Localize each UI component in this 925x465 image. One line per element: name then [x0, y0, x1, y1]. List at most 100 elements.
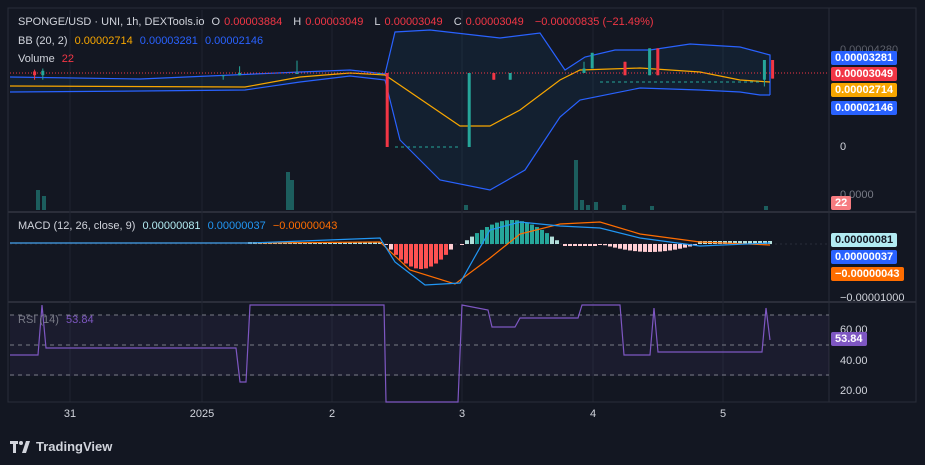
ohlc-low: L 0.00003049: [374, 16, 443, 28]
candle-body: [377, 73, 381, 74]
candle-body: [771, 59, 775, 79]
macd-histogram-bar: [434, 244, 438, 264]
rsi-legend-value: 53.84: [66, 314, 94, 326]
price-legend: SPONGE/USD · UNI, 1h, DEXTools.io O 0.000…: [18, 16, 658, 28]
bb-lower-value: 0.00002146: [204, 35, 264, 47]
macd-histogram-bar: [663, 244, 667, 252]
macd-histogram-bar: [550, 236, 554, 244]
macd-histogram-bar: [598, 244, 602, 245]
bb-upper-value: 0.00003281: [139, 35, 198, 47]
macd-histogram-bar: [424, 244, 428, 269]
tradingview-logo-icon: [10, 440, 30, 453]
volume-bar: [574, 160, 578, 210]
rsi-legend-name: RSI (14): [18, 314, 59, 326]
macd-hist-value: 0.00000081: [142, 220, 201, 232]
macd-axis-bottom-label: −0.00001000: [840, 292, 905, 304]
macd-histogram-bar: [628, 244, 632, 251]
macd-histogram-bar: [419, 244, 423, 269]
symbol-title[interactable]: SPONGE/USD · UNI, 1h, DEXTools.io: [18, 16, 204, 28]
candle-body: [508, 73, 512, 80]
macd-histogram-bar: [643, 244, 647, 252]
rsi-legend[interactable]: RSI (14) 53.84: [18, 314, 98, 326]
candle-body: [656, 48, 660, 76]
macd-histogram-bar: [588, 244, 592, 246]
macd-histogram-bar: [495, 222, 499, 244]
volume-bar: [586, 205, 590, 210]
macd-signal-value: −0.00000043: [272, 220, 338, 232]
macd-histogram-bar: [623, 244, 627, 250]
ohlc-open: O 0.00003884: [211, 16, 283, 28]
macd-histogram-bar: [578, 244, 582, 246]
ohlc-high: H 0.00003049: [293, 16, 364, 28]
macd-histogram-bar: [439, 244, 443, 260]
rsi-value-badge: 53.84: [831, 332, 867, 346]
macd-histogram-bar: [460, 244, 464, 245]
macd-histogram-bar: [404, 244, 408, 264]
bb-basis-badge: 0.00002714: [831, 83, 898, 97]
candle-body: [41, 70, 45, 76]
time-label-4: 4: [589, 408, 597, 420]
macd-histogram-bar: [568, 244, 572, 246]
macd-signal-badge: −0.00000043: [831, 267, 904, 281]
volume-bar: [594, 202, 598, 210]
price-change: −0.00000835 (−21.49%): [534, 16, 654, 28]
macd-histogram-bar: [583, 244, 587, 246]
candle-body: [623, 61, 627, 76]
macd-histogram-bar: [593, 244, 597, 246]
macd-histogram-bar: [409, 244, 413, 267]
candle-body: [385, 73, 389, 147]
macd-histogram-bar: [648, 244, 652, 252]
macd-histogram-bar: [608, 244, 612, 247]
rsi-axis-label-40: 40.00: [840, 355, 868, 367]
volume-bar: [36, 190, 40, 210]
time-label-31: 31: [63, 408, 77, 420]
tradingview-brand[interactable]: TradingView: [10, 439, 112, 454]
volume-bar: [464, 205, 468, 210]
time-label-2: 2: [328, 408, 336, 420]
volume-legend[interactable]: Volume 22: [18, 53, 78, 65]
candle-body: [295, 73, 299, 74]
macd-histogram-bar: [638, 244, 642, 252]
bb-legend-name: BB (20, 2): [18, 35, 68, 47]
volume-bar: [580, 200, 584, 210]
price-axis-zero-label: 0: [840, 141, 847, 153]
bb-legend[interactable]: BB (20, 2) 0.00002714 0.00003281 0.00002…: [18, 35, 267, 47]
macd-histogram-bar: [678, 244, 682, 249]
macd-histogram-bar: [545, 233, 549, 244]
macd-histogram-bar: [470, 236, 474, 244]
macd-histogram-bar: [530, 224, 534, 244]
time-label-3: 3: [458, 408, 466, 420]
macd-histogram-bar: [414, 244, 418, 269]
time-label-5: 5: [719, 408, 727, 420]
time-label-2025: 2025: [189, 408, 215, 420]
macd-legend-name: MACD (12, 26, close, 9): [18, 220, 136, 232]
volume-bar: [622, 205, 626, 210]
volume-bar: [286, 172, 290, 210]
macd-histogram-bar: [429, 244, 433, 267]
volume-bar: [42, 196, 46, 210]
macd-histogram-bar: [449, 244, 453, 250]
macd-histogram-bar: [673, 244, 677, 250]
macd-histogram-bar: [389, 244, 393, 250]
macd-histogram-bar: [668, 244, 672, 251]
macd-histogram-bar: [490, 224, 494, 244]
bb-upper-badge: 0.00003281: [831, 51, 898, 65]
volume-legend-name: Volume: [18, 53, 55, 65]
ohlc-close: C 0.00003049: [453, 16, 524, 28]
macd-legend[interactable]: MACD (12, 26, close, 9) 0.00000081 0.000…: [18, 220, 341, 232]
chart-canvas[interactable]: [0, 0, 925, 465]
brand-name: TradingView: [36, 439, 113, 454]
candle-body: [238, 73, 242, 76]
volume-legend-value: 22: [61, 53, 75, 65]
volume-bar: [650, 206, 654, 210]
macd-histogram-bar: [394, 244, 398, 255]
candle-body: [492, 73, 496, 80]
candle-body: [467, 73, 471, 147]
macd-histogram-bar: [444, 244, 448, 255]
candle-body: [762, 59, 766, 80]
macd-histogram-bar: [505, 220, 509, 244]
rsi-axis-label-20: 20.00: [840, 385, 868, 397]
macd-line-value: 0.00000037: [207, 220, 266, 232]
macd-line-badge: 0.00000037: [831, 250, 898, 264]
macd-histogram-bar: [618, 244, 622, 249]
